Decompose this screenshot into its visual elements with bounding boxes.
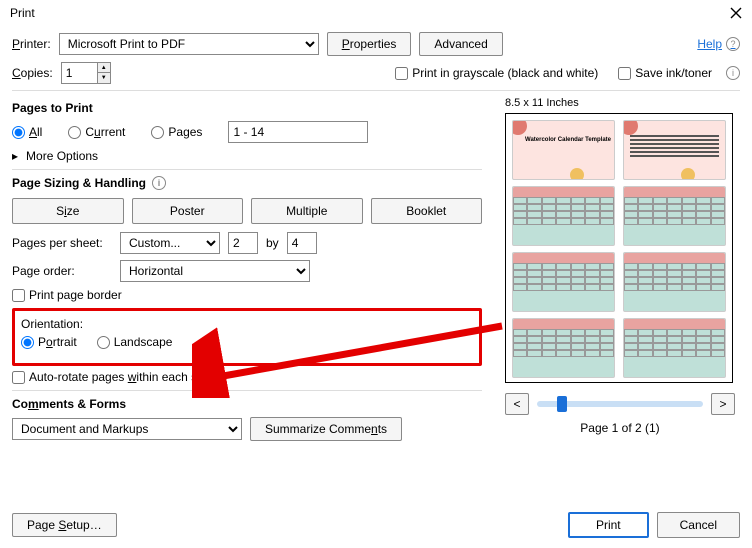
size-button[interactable]: Size xyxy=(12,198,124,224)
preview-slide xyxy=(512,186,615,246)
preview-slide xyxy=(623,252,726,312)
info-icon[interactable]: i xyxy=(726,66,740,80)
copies-input[interactable] xyxy=(61,62,97,84)
order-select[interactable]: Horizontal xyxy=(120,260,310,282)
grayscale-checkbox[interactable]: Print in grayscale (black and white) xyxy=(395,66,598,80)
portrait-radio[interactable]: Portrait xyxy=(21,335,77,349)
pps-label: Pages per sheet: xyxy=(12,236,112,250)
comments-title: Comments & Forms xyxy=(12,397,482,411)
close-icon[interactable] xyxy=(726,3,746,23)
print-page-border-checkbox[interactable]: Print page border xyxy=(12,288,482,302)
pps-height-input[interactable] xyxy=(287,232,317,254)
help-icon: ? xyxy=(726,37,740,51)
next-page-button[interactable]: > xyxy=(711,393,735,415)
chevron-right-icon: ▸ xyxy=(12,149,18,163)
booklet-button[interactable]: Booklet xyxy=(371,198,483,224)
poster-button[interactable]: Poster xyxy=(132,198,244,224)
copies-up-button[interactable]: ▲ xyxy=(98,63,110,73)
autorotate-checkbox[interactable]: Auto-rotate pages within each sheet xyxy=(12,370,482,384)
page-setup-button[interactable]: Page Setup… xyxy=(12,513,117,537)
help-link[interactable]: Help? xyxy=(697,37,740,51)
by-label: by xyxy=(266,236,279,250)
advanced-button[interactable]: Advanced xyxy=(419,32,502,56)
cancel-button[interactable]: Cancel xyxy=(657,512,740,538)
orientation-highlight: Orientation: Portrait Landscape xyxy=(12,308,482,366)
printer-label: Printer: xyxy=(12,37,51,51)
print-preview: Watercolor Calendar Template xyxy=(505,113,733,383)
page-range-input[interactable] xyxy=(228,121,368,143)
copies-label: Copies: xyxy=(12,66,53,80)
preview-slide xyxy=(623,186,726,246)
properties-button[interactable]: Properties xyxy=(327,32,412,56)
saveink-checkbox[interactable]: Save ink/toner xyxy=(618,66,712,80)
pages-radio[interactable]: Pages xyxy=(151,125,202,139)
preview-slider[interactable] xyxy=(537,401,703,407)
prev-page-button[interactable]: < xyxy=(505,393,529,415)
copies-down-button[interactable]: ▼ xyxy=(98,73,110,83)
preview-size-label: 8.5 x 11 Inches xyxy=(505,97,735,109)
orientation-title: Orientation: xyxy=(21,317,473,331)
window-title: Print xyxy=(10,6,35,20)
preview-slide: Watercolor Calendar Template xyxy=(512,120,615,180)
summarize-button[interactable]: Summarize Comments xyxy=(250,417,402,441)
more-options-toggle[interactable]: ▸ More Options xyxy=(12,149,482,163)
current-radio[interactable]: Current xyxy=(68,125,125,139)
print-button[interactable]: Print xyxy=(568,512,649,538)
pps-width-input[interactable] xyxy=(228,232,258,254)
printer-select[interactable]: Microsoft Print to PDF xyxy=(59,33,319,55)
preview-slide xyxy=(512,252,615,312)
page-info: Page 1 of 2 (1) xyxy=(505,421,735,435)
info-icon[interactable]: i xyxy=(152,176,166,190)
preview-slide xyxy=(512,318,615,378)
all-radio[interactable]: All xyxy=(12,125,42,139)
preview-slide xyxy=(623,120,726,180)
sizing-title: Page Sizing & Handling i xyxy=(12,176,482,190)
multiple-button[interactable]: Multiple xyxy=(251,198,363,224)
preview-slide xyxy=(623,318,726,378)
pps-select[interactable]: Custom... xyxy=(120,232,220,254)
comments-select[interactable]: Document and Markups xyxy=(12,418,242,440)
order-label: Page order: xyxy=(12,264,112,278)
pages-to-print-title: Pages to Print xyxy=(12,101,482,115)
landscape-radio[interactable]: Landscape xyxy=(97,335,173,349)
